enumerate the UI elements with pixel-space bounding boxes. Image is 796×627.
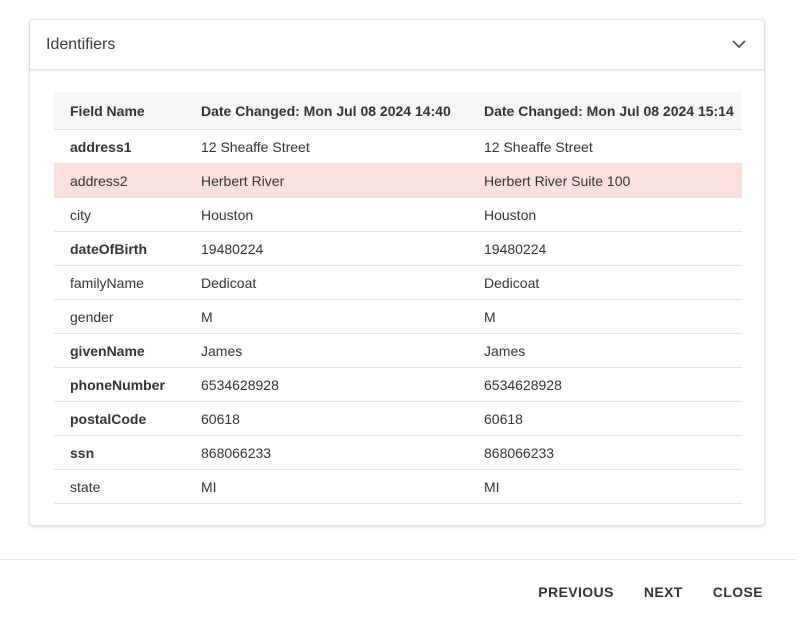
cell-field-name: givenName (54, 333, 185, 368)
table-row: state MI MI (54, 469, 742, 504)
dialog-actions: PREVIOUS NEXT CLOSE (523, 576, 778, 608)
cell-new-value: 60618 (468, 401, 742, 436)
close-button[interactable]: CLOSE (698, 576, 778, 608)
cell-old-value: M (185, 299, 468, 334)
previous-button[interactable]: PREVIOUS (523, 576, 629, 608)
table-row: givenName James James (54, 333, 742, 368)
cell-new-value: James (468, 333, 742, 368)
cell-old-value: 6534628928 (185, 367, 468, 402)
table-row: phoneNumber 6534628928 6534628928 (54, 367, 742, 402)
cell-old-value: Dedicoat (185, 265, 468, 300)
table-row: familyName Dedicoat Dedicoat (54, 265, 742, 300)
cell-field-name: gender (54, 299, 185, 334)
changes-table: Field Name Date Changed: Mon Jul 08 2024… (54, 92, 742, 504)
cell-new-value: Dedicoat (468, 265, 742, 300)
cell-old-value: James (185, 333, 468, 368)
table-row: postalCode 60618 60618 (54, 401, 742, 436)
table-header-row: Field Name Date Changed: Mon Jul 08 2024… (54, 92, 742, 130)
column-header-date-changed-1: Date Changed: Mon Jul 08 2024 14:40 (185, 92, 468, 130)
column-header-date-changed-2: Date Changed: Mon Jul 08 2024 15:14 (468, 92, 742, 130)
identifiers-panel: Identifiers Field Name Date Changed: Mon… (29, 19, 765, 526)
cell-old-value: Herbert River (185, 163, 468, 198)
table-row: address1 12 Sheaffe Street 12 Sheaffe Stre… (54, 129, 742, 164)
cell-new-value: Herbert River Suite 100 (468, 163, 742, 198)
cell-new-value: 868066233 (468, 435, 742, 470)
cell-field-name: phoneNumber (54, 367, 185, 402)
cell-new-value: 6534628928 (468, 367, 742, 402)
cell-new-value: MI (468, 469, 742, 504)
cell-field-name: ssn (54, 435, 185, 470)
cell-old-value: Houston (185, 197, 468, 232)
cell-field-name: postalCode (54, 401, 185, 436)
identifiers-panel-header[interactable]: Identifiers (30, 20, 764, 70)
cell-field-name: address2 (54, 163, 185, 198)
cell-new-value: Houston (468, 197, 742, 232)
panel-title: Identifiers (46, 35, 116, 53)
cell-field-name: familyName (54, 265, 185, 300)
changes-table-wrapper: Field Name Date Changed: Mon Jul 08 2024… (54, 92, 742, 504)
cell-field-name: address1 (54, 129, 185, 164)
cell-old-value: 19480224 (185, 231, 468, 266)
cell-old-value: 60618 (185, 401, 468, 436)
chevron-down-icon[interactable] (730, 36, 748, 54)
next-button[interactable]: NEXT (629, 576, 698, 608)
table-row: city Houston Houston (54, 197, 742, 232)
table-body: address1 12 Sheaffe Street 12 Sheaffe Stre… (54, 129, 742, 504)
cell-old-value: 12 Sheaffe Street (185, 129, 468, 164)
cell-field-name: state (54, 469, 185, 504)
cell-new-value: 19480224 (468, 231, 742, 266)
cell-new-value: 12 Sheaffe Street (468, 129, 742, 164)
cell-old-value: MI (185, 469, 468, 504)
cell-old-value: 868066233 (185, 435, 468, 470)
table-row: dateOfBirth 19480224 19480224 (54, 231, 742, 266)
cell-field-name: city (54, 197, 185, 232)
table-row-changed: address2 Herbert River Herbert River Suite… (54, 163, 742, 198)
table-row: ssn 868066233 868066233 (54, 435, 742, 470)
cell-field-name: dateOfBirth (54, 231, 185, 266)
cell-new-value: M (468, 299, 742, 334)
column-header-field-name: Field Name (54, 92, 185, 130)
table-row: gender M M (54, 299, 742, 334)
footer-divider (0, 559, 796, 560)
